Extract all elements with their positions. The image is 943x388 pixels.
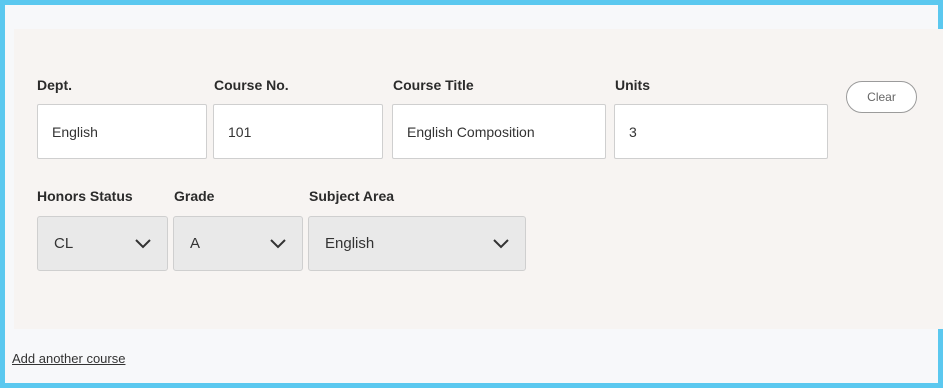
clear-button[interactable]: Clear bbox=[846, 81, 917, 113]
course-no-input[interactable] bbox=[213, 104, 383, 159]
subject-area-label: Subject Area bbox=[309, 188, 395, 204]
dept-label: Dept. bbox=[37, 77, 72, 93]
course-title-input[interactable] bbox=[392, 104, 606, 159]
chevron-down-icon bbox=[491, 238, 511, 250]
dept-input[interactable] bbox=[37, 104, 207, 159]
units-label: Units bbox=[615, 77, 650, 93]
grade-value: A bbox=[190, 235, 201, 252]
subject-area-select[interactable]: English bbox=[308, 216, 526, 271]
course-title-label: Course Title bbox=[393, 77, 474, 93]
units-input[interactable] bbox=[614, 104, 828, 159]
chevron-down-icon bbox=[133, 238, 153, 250]
grade-select[interactable]: A bbox=[173, 216, 303, 271]
course-entry-panel bbox=[0, 0, 943, 388]
grade-label: Grade bbox=[174, 188, 215, 204]
course-no-label: Course No. bbox=[214, 77, 289, 93]
honors-status-value: CL bbox=[54, 235, 74, 252]
chevron-down-icon bbox=[268, 238, 288, 250]
add-another-course-link[interactable]: Add another course bbox=[12, 351, 125, 366]
course-form-card bbox=[14, 29, 943, 329]
honors-status-label: Honors Status bbox=[37, 188, 133, 204]
honors-status-select[interactable]: CL bbox=[37, 216, 168, 271]
subject-area-value: English bbox=[325, 235, 375, 252]
